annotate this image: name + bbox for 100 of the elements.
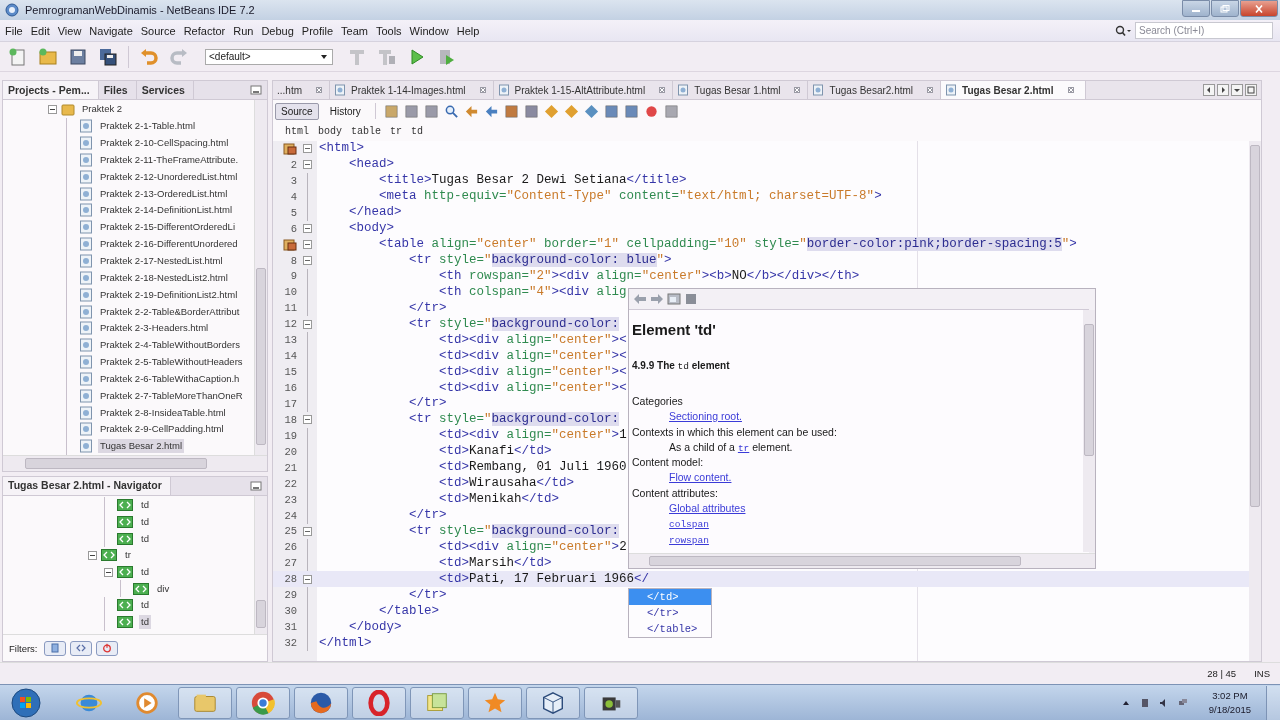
collapse-icon[interactable] [47,104,57,114]
collapse-icon[interactable] [87,550,97,560]
editor-tab[interactable]: Tugas Besar 2.html [941,81,1086,99]
restore-button[interactable] [1211,0,1239,17]
network-icon[interactable] [1177,697,1188,708]
tree-item[interactable]: td [139,615,151,630]
tree-item[interactable]: Praktek 2-6-TableWithaCaption.h [98,371,242,386]
scrollbar[interactable] [254,496,267,634]
close-icon[interactable] [926,86,935,94]
documentation-link[interactable]: Flow content. [669,471,732,484]
diamond-icon[interactable] [583,103,599,119]
undo-icon[interactable] [139,46,159,67]
page-icon[interactable] [383,103,399,119]
tree-item[interactable]: Praktek 2-18-NestedList2.html [98,270,230,285]
tree-item[interactable]: Praktek 2-9-CellPadding.html [98,422,226,437]
tree-item[interactable]: Praktek 2-8-InsideaTable.html [98,405,228,420]
maximize-icon[interactable] [1245,84,1257,96]
tree-item[interactable]: Tugas Besar 2.html [98,439,185,454]
bookmark-icon[interactable] [283,238,297,251]
close-icon[interactable] [315,86,323,94]
menu-item[interactable]: Tools [371,22,406,39]
documentation-link[interactable]: colspan [669,519,709,531]
tree-item[interactable]: td [139,531,151,546]
tree-item[interactable]: Praktek 2-11-TheFrameAttribute. [98,152,241,167]
tree-item[interactable]: Praktek 2-1-Table.html [98,119,198,134]
filter-button[interactable] [95,640,118,656]
save-icon[interactable] [68,46,88,67]
tree-item[interactable]: td [139,598,151,613]
save-all-icon[interactable] [98,46,118,67]
close-icon[interactable] [793,86,802,94]
tree-item[interactable]: div [155,581,172,596]
editor-tab[interactable]: Praktek 1-14-Images.html [330,81,494,99]
panel-tab[interactable]: Projects - Pem... [3,81,99,99]
tree-item[interactable]: Praktek 2-4-TableWithoutBorders [98,338,242,353]
search-icon[interactable] [1115,24,1131,37]
tree-item[interactable]: Praktek 2-14-DefinitionList.html [98,203,234,218]
new-project-icon[interactable] [38,46,58,67]
magnifier-icon[interactable] [443,103,459,119]
editor-tab[interactable]: Praktek 1-15-AltAttribute.html [493,81,674,99]
view-button[interactable]: History [323,102,367,120]
scrollbar[interactable] [629,553,1095,568]
breadcrumb-item[interactable]: html [285,126,309,137]
tree-item[interactable]: Praktek 2-19-DefinitionList2.html [98,287,240,302]
menu-item[interactable]: Run [229,22,258,39]
tree-item[interactable]: Praktek 2-7-TableMoreThanOneR [98,388,245,403]
minimize-icon[interactable] [250,85,262,95]
record-icon[interactable] [643,103,659,119]
menu-item[interactable]: Source [136,22,180,39]
breadcrumb-item[interactable]: tr [390,126,403,137]
close-icon[interactable] [1066,86,1075,94]
tree-item[interactable]: td [139,498,151,513]
fold-icon[interactable] [302,319,312,329]
collapse-icon[interactable] [103,567,113,577]
menu-item[interactable]: Profile [297,22,337,39]
device-icon[interactable] [1139,697,1150,708]
dropdown-icon[interactable] [1231,84,1243,96]
square-icon[interactable] [503,103,519,119]
fold-icon[interactable] [302,526,312,536]
arrow-icon[interactable] [463,103,479,119]
filter-button[interactable] [69,640,92,656]
editor-tab[interactable]: Tugas Besar2.html [808,81,942,99]
tree-item[interactable]: Praktek 2-13-OrderedList.html [98,186,230,201]
menu-item[interactable]: View [53,22,86,39]
scrollbar[interactable] [1083,310,1095,552]
square-icon[interactable] [523,103,539,119]
clock-date[interactable]: 9/18/2015 [1208,702,1251,717]
scrollbar[interactable] [1249,141,1261,661]
breadcrumb-item[interactable]: body [318,126,343,137]
minimize-button[interactable] [1182,0,1210,17]
taskbar-button[interactable] [584,686,638,719]
tree-item[interactable]: Praktek 2-5-TableWithoutHeaders [98,355,245,370]
tree-item[interactable]: tr [123,548,133,563]
fold-icon[interactable] [302,144,312,154]
comment-icon[interactable] [623,103,639,119]
diamond-icon[interactable] [543,103,559,119]
tree-item[interactable]: td [139,565,151,580]
close-icon[interactable] [658,86,667,94]
fold-icon[interactable] [302,574,312,584]
scrollbar[interactable] [254,100,267,455]
menu-item[interactable]: Refactor [179,22,230,39]
documentation-link[interactable]: Sectioning root. [669,410,742,423]
back-arrow-icon[interactable] [633,293,647,305]
taskbar-button[interactable] [294,686,348,719]
view-button[interactable]: Source [275,102,319,120]
documentation-link[interactable]: tr [737,442,750,454]
completion-item[interactable]: </table> [629,621,711,637]
tree-item[interactable]: Praktek 2-15-DifferentOrderedLi [98,220,237,235]
arrow-icon[interactable] [483,103,499,119]
menu-item[interactable]: Help [452,22,484,39]
menu-item[interactable]: Window [405,22,453,39]
tree-item[interactable]: Praktek 2-2-Table&BorderAttribut [98,304,242,319]
tree-item[interactable]: td [139,515,151,530]
fold-icon[interactable] [302,415,312,425]
tree-item[interactable]: Praktek 2-12-UnorderedList.html [98,169,240,184]
menu-item[interactable]: Debug [257,22,298,39]
stop-icon[interactable] [663,103,679,119]
breadcrumb-item[interactable]: td [411,126,424,137]
tree-item[interactable]: Praktek 2-10-CellSpacing.html [98,136,231,151]
menu-item[interactable]: Edit [26,22,54,39]
menu-item[interactable]: Navigate [85,22,137,39]
